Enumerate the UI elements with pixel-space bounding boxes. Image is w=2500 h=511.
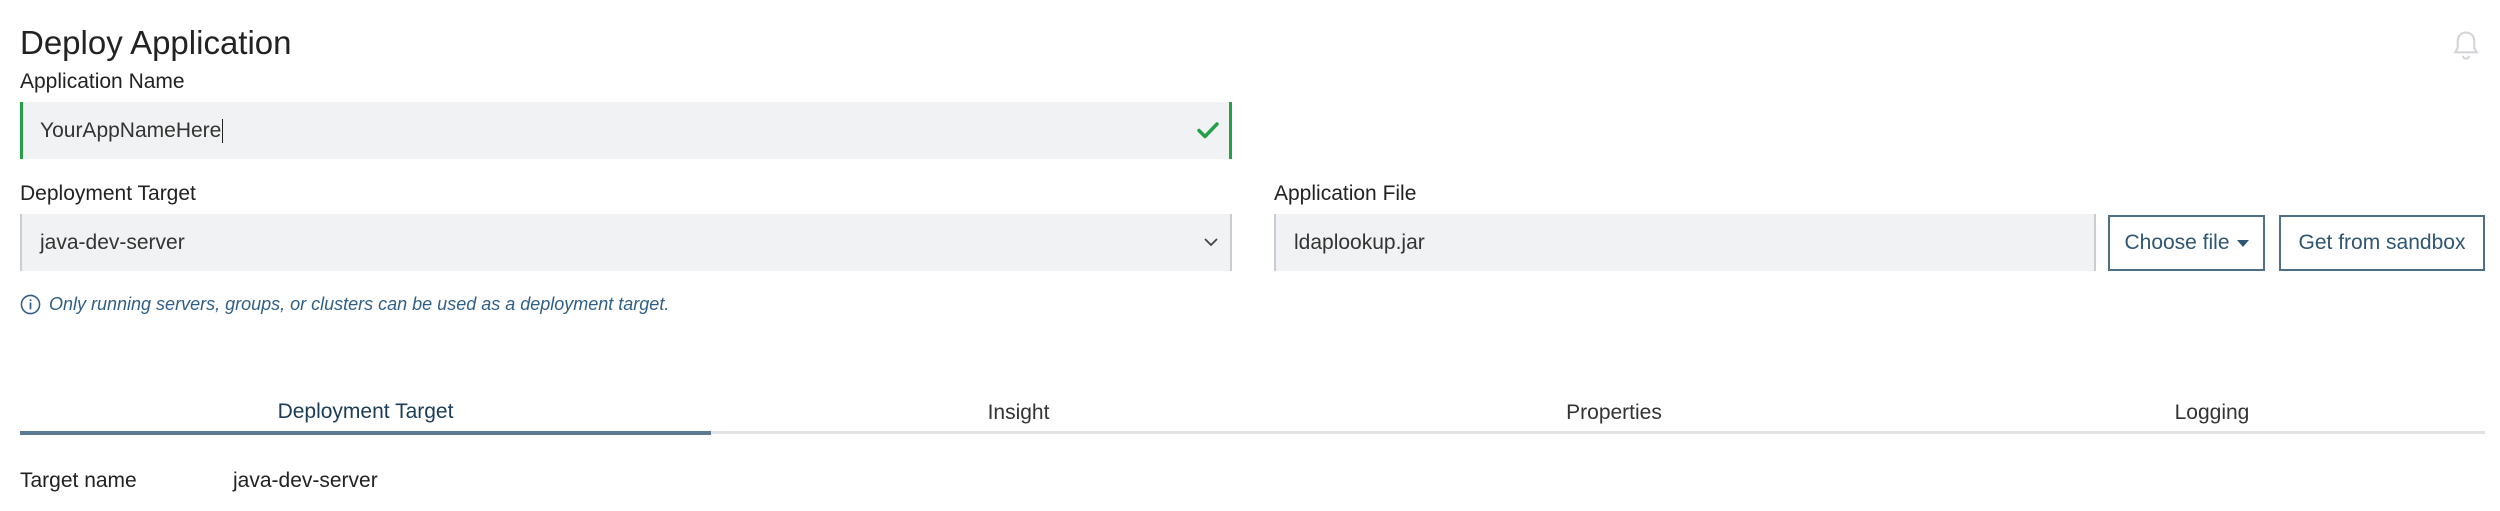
deployment-target-selected: java-dev-server (40, 230, 185, 254)
deployment-target-label: Deployment Target (20, 182, 196, 205)
deployment-target-hint: Only running servers, groups, or cluster… (20, 292, 669, 316)
choose-file-button[interactable]: Choose file (2108, 215, 2265, 271)
target-name-value: java-dev-server (233, 469, 378, 492)
hint-text: Only running servers, groups, or cluster… (49, 293, 670, 314)
application-file-value: ldaplookup.jar (1294, 230, 1425, 254)
info-circle-icon (20, 294, 41, 314)
chevron-down-icon (1204, 238, 1218, 247)
choose-file-label: Choose file (2124, 231, 2230, 254)
application-name-label: Application Name (20, 70, 185, 93)
application-name-value: YourAppNameHere (40, 118, 222, 142)
application-file-input[interactable]: ldaplookup.jar (1274, 214, 2096, 271)
tab-bar: Deployment Target Insight Properties Log… (20, 392, 2485, 435)
bell-icon[interactable] (2448, 28, 2484, 64)
caret-down-icon (2236, 239, 2249, 247)
tab-insight[interactable]: Insight (711, 392, 1326, 434)
tab-deployment-target[interactable]: Deployment Target (20, 392, 711, 435)
application-name-input[interactable]: YourAppNameHere (20, 102, 1232, 159)
tab-properties[interactable]: Properties (1326, 392, 1902, 434)
deployment-target-select[interactable]: java-dev-server (20, 214, 1232, 271)
application-file-label: Application File (1274, 182, 1417, 205)
page-title: Deploy Application (20, 24, 292, 61)
target-name-label: Target name (20, 469, 137, 492)
get-from-sandbox-button[interactable]: Get from sandbox (2279, 215, 2485, 271)
deploy-application-page: Deploy Application Application Name Your… (0, 0, 2500, 511)
checkmark-icon (1197, 122, 1219, 139)
tab-logging[interactable]: Logging (1902, 392, 2500, 434)
text-cursor (222, 118, 224, 143)
